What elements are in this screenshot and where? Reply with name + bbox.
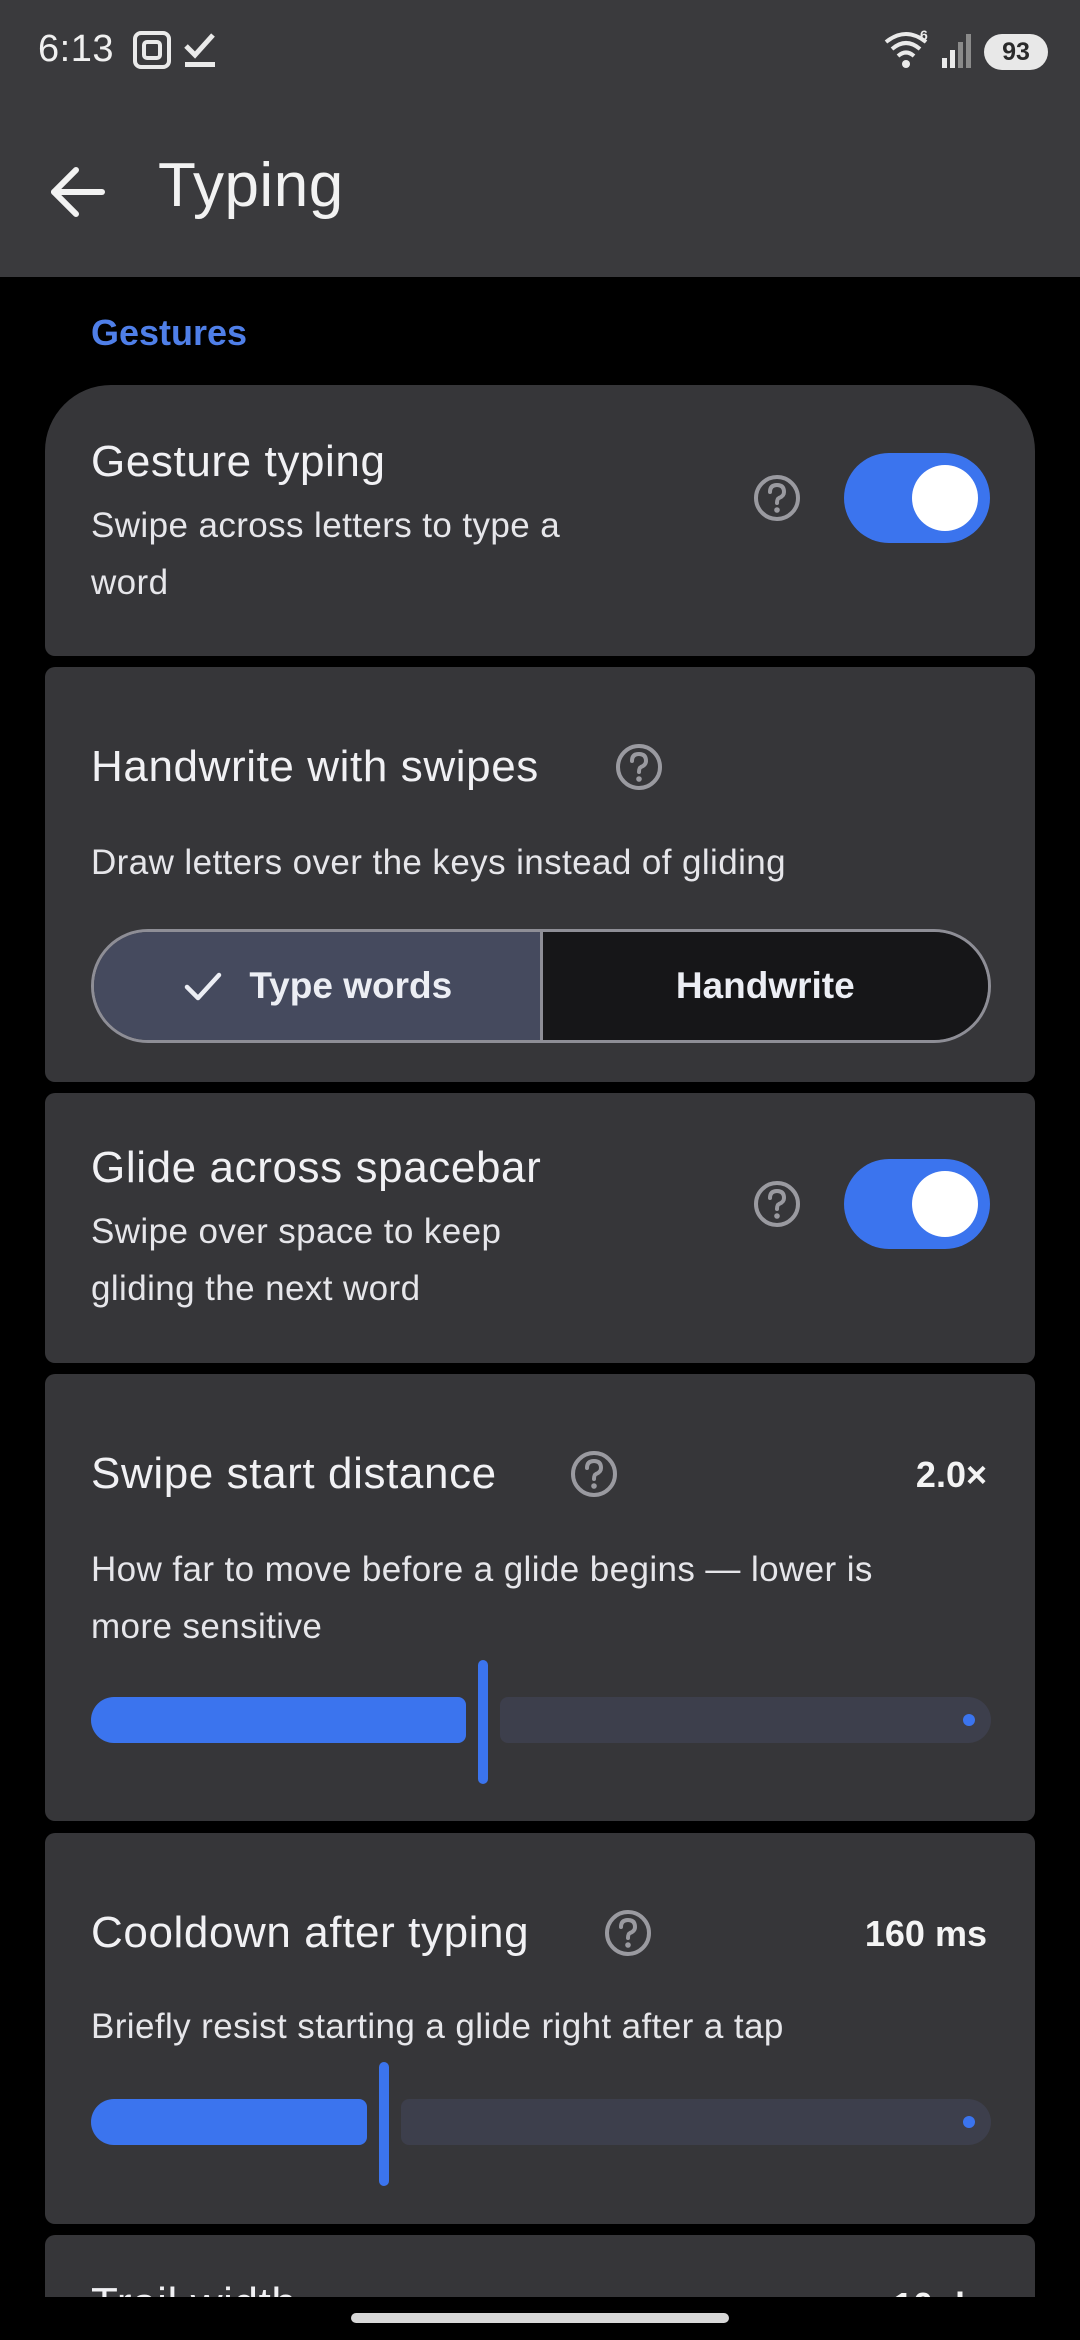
segment-type-words[interactable]: Type words <box>94 932 543 1040</box>
wifi-icon: 6 <box>884 28 928 68</box>
glide-spacebar-card[interactable]: Glide across spacebar Swipe over space t… <box>45 1093 1035 1363</box>
swipe-start-distance-slider[interactable] <box>91 1660 991 1790</box>
cooldown-value: 160 ms <box>864 1913 987 1954</box>
gesture-typing-toggle[interactable] <box>844 453 990 543</box>
slider-end-stop <box>963 1714 975 1726</box>
glide-spacebar-description-line2: gliding the next word <box>91 1269 421 1308</box>
cooldown-title: Cooldown after typing <box>91 1908 530 1957</box>
swipe-start-distance-card: Swipe start distance 2.0× How far to mov… <box>45 1374 1035 1821</box>
wifi-badge: 6 <box>920 28 928 43</box>
glide-spacebar-description-line1: Swipe over space to keep <box>91 1212 502 1251</box>
cooldown-description: Briefly resist starting a glide right af… <box>91 2007 784 2046</box>
status-time: 6:13 <box>38 28 114 70</box>
back-arrow-icon[interactable] <box>40 152 120 232</box>
swipe-start-distance-value: 2.0× <box>915 1454 987 1495</box>
screenshot-icon <box>133 31 171 69</box>
glide-spacebar-title: Glide across spacebar <box>91 1143 542 1192</box>
slider-end-stop <box>963 2116 975 2128</box>
signal-icon <box>942 34 971 68</box>
segment-handwrite[interactable]: Handwrite <box>542 932 988 1040</box>
handwrite-description: Draw letters over the keys instead of gl… <box>91 843 786 882</box>
swipe-start-distance-description-line1: How far to move before a glide begins — … <box>91 1550 873 1589</box>
battery-indicator: 93 <box>984 34 1048 70</box>
segment-type-words-label: Type words <box>249 965 453 1006</box>
slider-inactive-track <box>401 2099 991 2145</box>
screen: 6:13 6 93 Typing Gestures Gesture typing… <box>0 0 1080 2340</box>
section-header-gestures: Gestures <box>91 312 248 353</box>
help-icon[interactable] <box>603 1908 653 1958</box>
slider-active-track <box>91 2099 367 2145</box>
toggle-knob <box>912 465 978 531</box>
help-icon[interactable] <box>752 1179 802 1229</box>
cooldown-slider[interactable] <box>91 2062 991 2192</box>
slider-thumb[interactable] <box>478 1660 488 1784</box>
gesture-typing-card[interactable]: Gesture typing Swipe across letters to t… <box>45 385 1035 656</box>
page-title: Typing <box>158 151 344 220</box>
home-indicator[interactable] <box>351 2313 729 2323</box>
help-icon[interactable] <box>752 473 802 523</box>
gesture-typing-description-line1: Swipe across letters to type a <box>91 506 561 545</box>
check-icon <box>185 972 222 1001</box>
gesture-typing-title: Gesture typing <box>91 437 386 486</box>
slider-active-track <box>91 1697 466 1743</box>
slider-thumb[interactable] <box>379 2062 389 2186</box>
help-icon[interactable] <box>569 1449 619 1499</box>
cooldown-card: Cooldown after typing 160 ms Briefly res… <box>45 1833 1035 2224</box>
handwrite-mode-segmented-control: Type words Handwrite <box>91 929 991 1043</box>
handwrite-card: Handwrite with swipes Draw letters over … <box>45 667 1035 1082</box>
status-bar: 6:13 6 93 <box>0 0 1080 100</box>
toggle-knob <box>912 1171 978 1237</box>
segment-handwrite-label: Handwrite <box>675 965 855 1006</box>
help-icon[interactable] <box>614 742 664 792</box>
gesture-typing-description-line2: word <box>91 563 169 602</box>
swipe-start-distance-description-line2: more sensitive <box>91 1607 323 1646</box>
app-bar: Typing <box>0 110 1080 260</box>
task-check-icon <box>184 33 215 67</box>
top-bar: 6:13 6 93 Typing <box>0 0 1080 277</box>
glide-spacebar-toggle[interactable] <box>844 1159 990 1249</box>
slider-inactive-track <box>500 1697 991 1743</box>
handwrite-title: Handwrite with swipes <box>91 742 539 791</box>
swipe-start-distance-title: Swipe start distance <box>91 1449 497 1498</box>
